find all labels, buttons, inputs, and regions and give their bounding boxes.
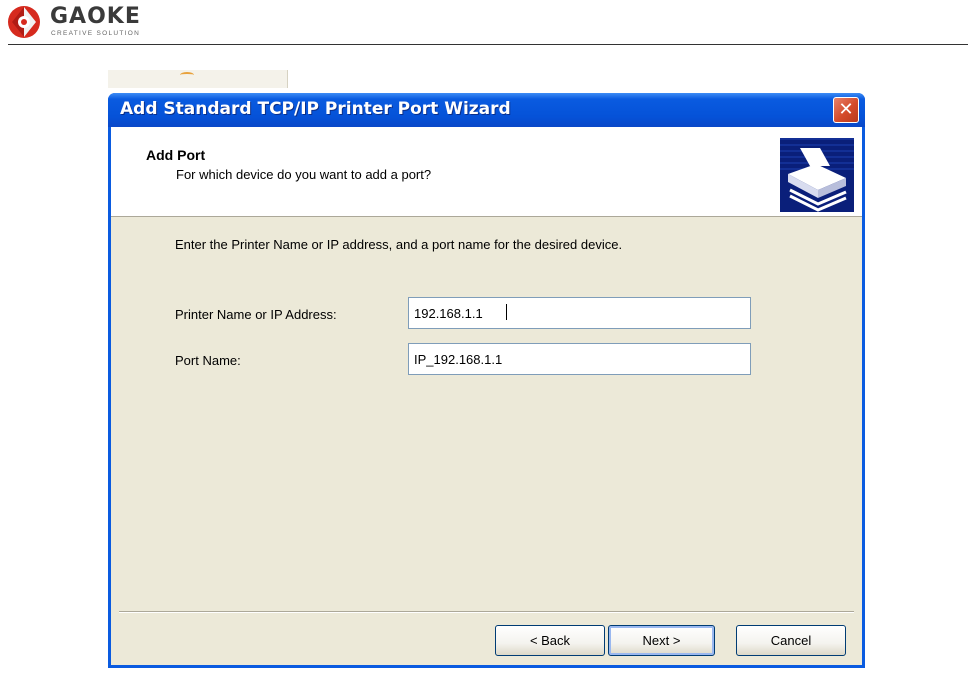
wizard-banner: Add Port For which device do you want to… (111, 127, 862, 217)
background-window-mark (180, 72, 194, 78)
back-button[interactable]: < Back (495, 625, 605, 656)
header-divider (8, 44, 968, 45)
printer-name-label: Printer Name or IP Address: (175, 307, 337, 322)
background-window-edge (108, 70, 288, 88)
logo-wordmark: GAOKE (50, 4, 141, 29)
banner-subtitle: For which device do you want to add a po… (176, 167, 432, 182)
banner-title: Add Port (146, 147, 206, 163)
dialog-client-area: Add Port For which device do you want to… (111, 127, 862, 665)
port-name-label: Port Name: (175, 353, 241, 368)
wizard-dialog: Add Standard TCP/IP Printer Port Wizard … (108, 93, 865, 668)
dialog-titlebar[interactable]: Add Standard TCP/IP Printer Port Wizard … (108, 93, 865, 127)
logo-tagline: CREATIVE SOLUTION (51, 30, 141, 37)
next-button[interactable]: Next > (608, 625, 715, 656)
button-divider (119, 611, 854, 613)
document-header: GAOKE CREATIVE SOLUTION (0, 0, 972, 46)
cancel-button[interactable]: Cancel (736, 625, 846, 656)
gaoke-logo-icon (8, 6, 40, 38)
text-cursor (506, 304, 507, 320)
printer-port-icon (780, 138, 854, 212)
instruction-text: Enter the Printer Name or IP address, an… (175, 237, 623, 252)
port-name-input[interactable] (408, 343, 751, 375)
close-button[interactable]: ✕ (833, 97, 859, 123)
dialog-title: Add Standard TCP/IP Printer Port Wizard (120, 99, 511, 119)
printer-name-input[interactable] (408, 297, 751, 329)
